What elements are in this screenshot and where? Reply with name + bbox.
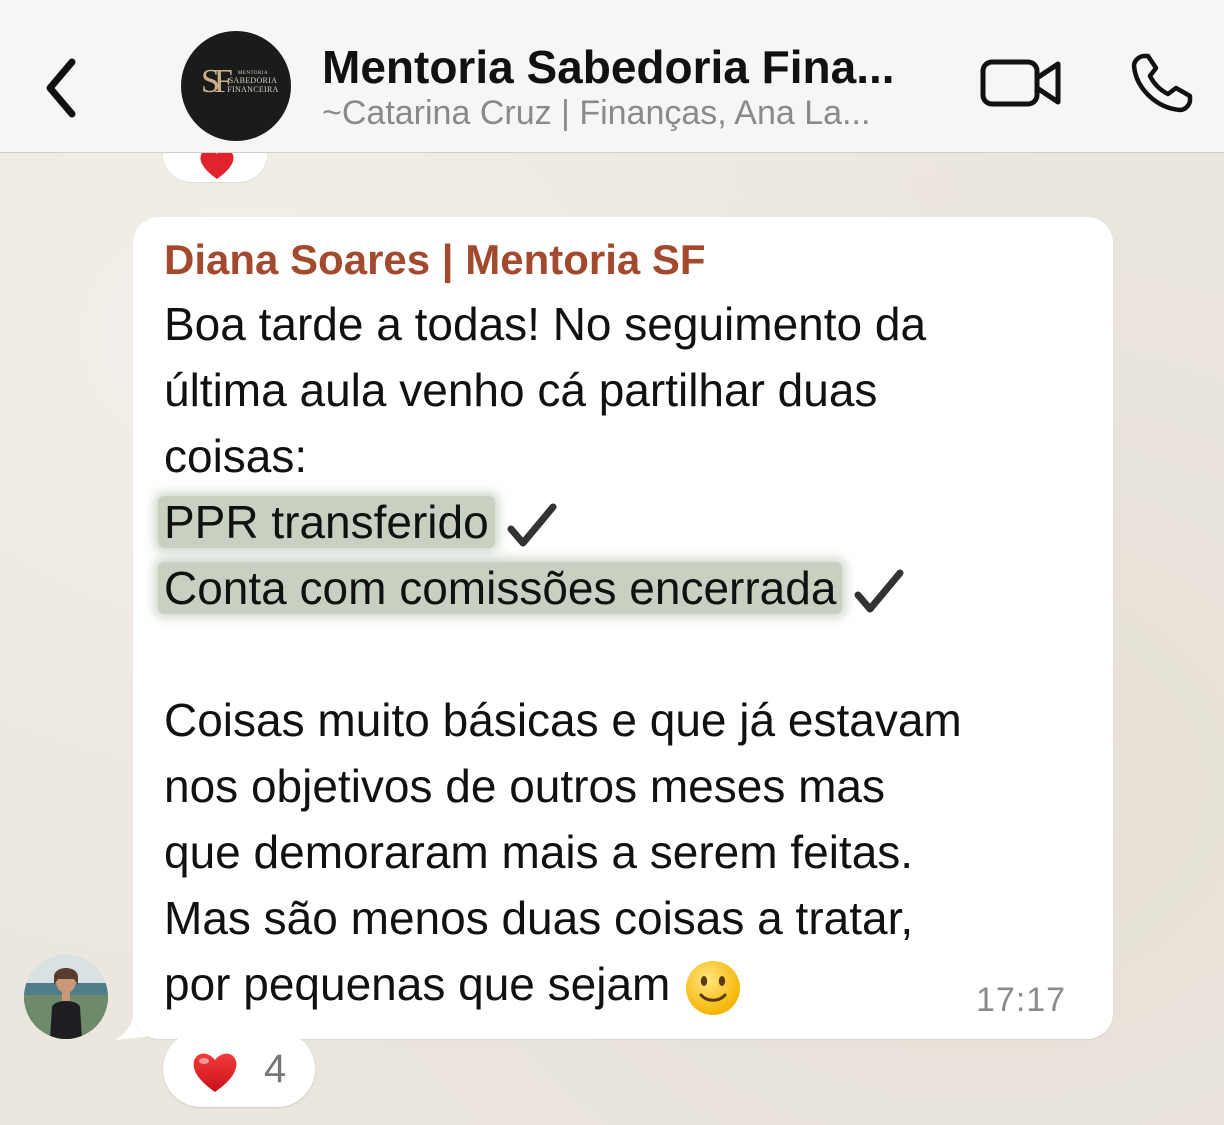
red-heart-icon <box>193 1053 237 1092</box>
highlighted-text: Conta com comissões encerrada <box>158 562 843 614</box>
reaction-count: 4 <box>264 1047 287 1091</box>
chat-header: SF MENTORIA SABEDORIA FINANCEIRA Mentori… <box>0 0 1224 153</box>
group-avatar[interactable]: SF MENTORIA SABEDORIA FINANCEIRA <box>181 31 291 141</box>
message-line: nos objetivos de outros meses mas <box>164 760 886 812</box>
message-line: coisas: <box>164 430 308 482</box>
group-logo-text: MENTORIA SABEDORIA FINANCEIRA <box>223 71 283 94</box>
message-line: por pequenas que sejam <box>164 958 671 1010</box>
phone-icon <box>1131 53 1193 113</box>
smiling-face-emoji-icon <box>686 960 741 1015</box>
message-line: Boa tarde a todas! No seguimento da <box>164 298 927 350</box>
check-mark-icon <box>854 569 904 613</box>
highlighted-item: PPR transferido <box>158 492 557 552</box>
message-time: 17:17 <box>976 981 1067 1019</box>
message-line: Coisas muito básicas e que já estavam <box>164 694 962 746</box>
group-logo-line1: SABEDORIA <box>228 76 278 85</box>
highlighted-text: PPR transferido <box>158 496 495 548</box>
message-line: última aula venho cá partilhar duas <box>164 364 878 416</box>
message-sender[interactable]: Diana Soares | Mentoria SF <box>164 236 706 284</box>
video-call-button[interactable] <box>978 52 1064 112</box>
video-camera-icon <box>980 59 1061 107</box>
message-line: Mas são menos duas coisas a tratar, <box>164 892 914 944</box>
chat-participants[interactable]: ~Catarina Cruz | Finanças, Ana La... <box>322 94 962 133</box>
message-line: que demoraram mais a serem feitas. <box>164 826 914 878</box>
voice-call-button[interactable] <box>1128 50 1198 116</box>
check-mark-icon <box>507 503 557 547</box>
back-button[interactable] <box>30 48 90 128</box>
chevron-left-icon <box>46 58 76 118</box>
message-last-line: por pequenas que sejam <box>164 954 742 1017</box>
sender-avatar[interactable] <box>24 955 108 1039</box>
chat-title[interactable]: Mentoria Sabedoria Fina... <box>322 40 962 94</box>
group-logo-line2: FINANCEIRA <box>227 85 279 94</box>
highlighted-item: Conta com comissões encerrada <box>158 558 904 618</box>
message-reaction[interactable]: 4 <box>163 1031 315 1107</box>
avatar-photo <box>24 955 108 1039</box>
